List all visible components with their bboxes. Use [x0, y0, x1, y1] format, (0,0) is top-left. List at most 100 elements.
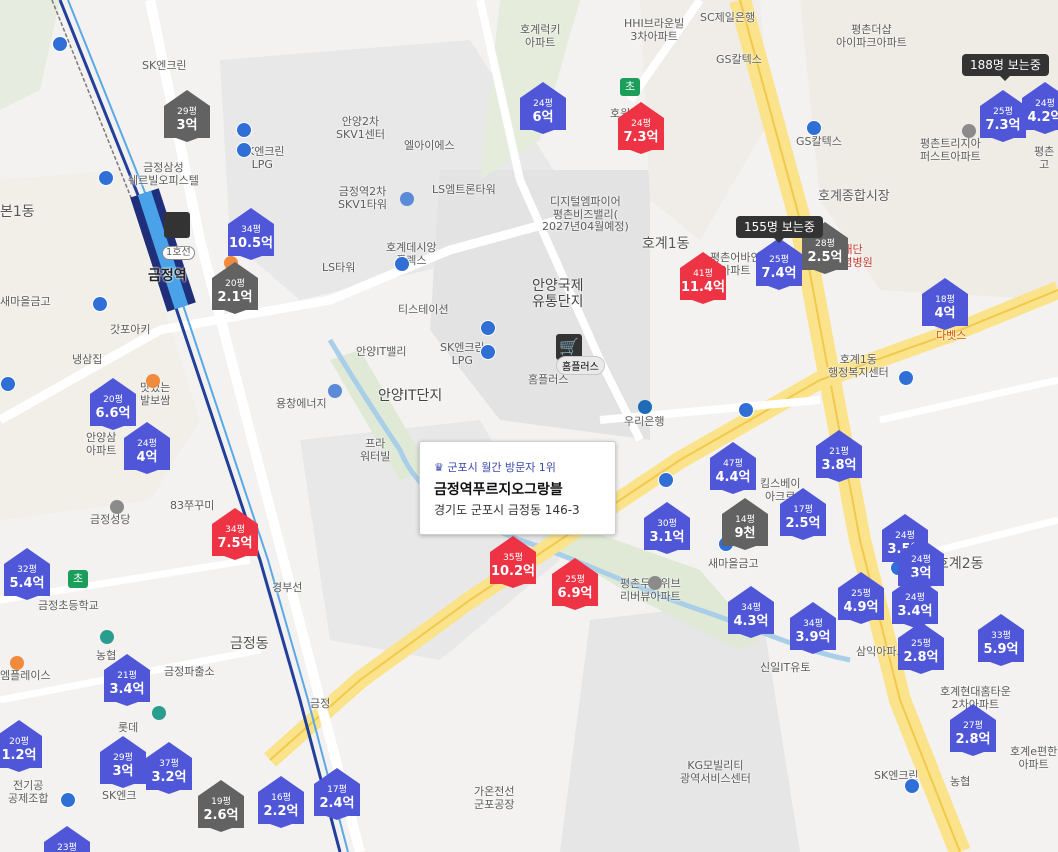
- poi-label[interactable]: 호계럭키 아파트: [520, 23, 560, 49]
- poi-label[interactable]: 금정삼성 쉐르빌오피스텔: [128, 161, 199, 187]
- bus-stop-icon[interactable]: [904, 778, 920, 794]
- poi-label[interactable]: 83쭈꾸미: [170, 499, 214, 513]
- price-marker[interactable]: 19평 2.6억: [198, 780, 244, 832]
- poi-label[interactable]: 농협: [950, 775, 970, 789]
- restaurant-icon[interactable]: [10, 656, 24, 670]
- poi-label[interactable]: 금정성당: [90, 513, 130, 527]
- poi-label[interactable]: 엠플레이스: [0, 669, 51, 683]
- price-marker[interactable]: 30평 3.1억: [644, 502, 690, 554]
- poi-label[interactable]: 안양삼 아파트: [86, 431, 116, 457]
- bank-icon[interactable]: [638, 400, 652, 414]
- price-marker[interactable]: 25평 7.4억: [756, 238, 802, 290]
- poi-label[interactable]: 냉삼집: [72, 353, 102, 367]
- poi-label[interactable]: GS칼텍스: [796, 135, 842, 149]
- price-marker[interactable]: 29평 3억: [100, 736, 146, 788]
- poi-label[interactable]: SK엔크린: [142, 59, 187, 73]
- price-marker[interactable]: 24평 7.3억: [618, 102, 664, 154]
- bus-stop-icon[interactable]: [92, 296, 108, 312]
- church-icon[interactable]: [110, 500, 124, 514]
- poi-label[interactable]: 호계e편한 아파트: [1010, 745, 1057, 771]
- poi-label[interactable]: 신일IT유토: [760, 661, 810, 675]
- poi-label[interactable]: SK엔크린 LPG: [440, 341, 485, 367]
- price-marker[interactable]: 17평 2.5억: [780, 488, 826, 540]
- price-marker[interactable]: 18평 4억: [922, 278, 968, 330]
- poi-label[interactable]: 평촌 고: [1034, 145, 1054, 171]
- price-marker[interactable]: 34평 3.9억: [790, 602, 836, 654]
- school-icon[interactable]: 초: [620, 78, 640, 96]
- poi-label[interactable]: 호계종합시장: [818, 189, 890, 205]
- poi-label[interactable]: 엘아이에스: [404, 139, 455, 153]
- apartment-info-popup[interactable]: ♛ 군포시 월간 방문자 1위 금정역푸르지오그랑블 경기도 군포시 금정동 1…: [419, 441, 616, 535]
- price-marker[interactable]: 27평 2.8억: [950, 704, 996, 756]
- price-marker[interactable]: 34평 4.3억: [728, 586, 774, 638]
- poi-label[interactable]: 안양IT밸리: [356, 345, 406, 359]
- price-marker[interactable]: 21평 3.8억: [816, 430, 862, 482]
- poi-label[interactable]: SK엔크: [102, 789, 136, 803]
- bus-stop-icon[interactable]: [738, 402, 754, 418]
- price-marker[interactable]: 24평 4.2억: [1022, 82, 1058, 134]
- apartment-icon[interactable]: [962, 124, 976, 138]
- price-marker[interactable]: 20평 2.1억: [212, 262, 258, 314]
- subway-station-icon[interactable]: [164, 212, 190, 238]
- bus-stop-icon[interactable]: [236, 142, 252, 158]
- station-label-geumjeong[interactable]: 금정역: [148, 268, 187, 284]
- bus-stop-icon[interactable]: [60, 792, 76, 808]
- price-marker[interactable]: 34평 7.5억: [212, 508, 258, 560]
- price-marker[interactable]: 41평 11.4억: [680, 252, 726, 304]
- poi-label[interactable]: HHI브라운빌 3차아파트: [624, 17, 684, 43]
- poi-label[interactable]: 가온전선 군포공장: [474, 785, 514, 811]
- school-icon[interactable]: 초: [68, 570, 88, 588]
- poi-label[interactable]: 금정파출소: [164, 665, 215, 679]
- poi-label[interactable]: KG모빌리티 광역서비스센터: [680, 759, 751, 785]
- price-marker[interactable]: 32평 5.4억: [4, 548, 50, 600]
- poi-label[interactable]: 디지털엠파이어 평촌비즈밸리( 2027년04월예정): [542, 195, 629, 234]
- price-marker[interactable]: 24평 6억: [520, 82, 566, 134]
- map-canvas[interactable]: 본1동 호계1동 호계2동 금정동 안양국제 유통단지 안양IT단지 금정역 S…: [0, 0, 1058, 852]
- poi-label[interactable]: 용창에너지: [276, 397, 327, 411]
- gas-station-icon[interactable]: [328, 384, 342, 398]
- poi-label[interactable]: 갓포아키: [110, 323, 150, 337]
- restaurant-icon[interactable]: [146, 374, 160, 388]
- bus-stop-icon[interactable]: [806, 120, 822, 136]
- poi-label[interactable]: 평촌트리지아 퍼스트아파트: [920, 137, 981, 163]
- price-marker[interactable]: 35평 10.2억: [490, 536, 536, 588]
- price-marker[interactable]: 25평 6.9억: [552, 558, 598, 610]
- poi-label[interactable]: 다벳스: [936, 329, 966, 343]
- bank-icon[interactable]: [152, 706, 166, 720]
- poi-label[interactable]: GS칼텍스: [716, 53, 762, 67]
- price-marker[interactable]: 17평 2.4억: [314, 768, 360, 820]
- price-marker[interactable]: 14평 9천: [722, 498, 768, 550]
- bus-stop-icon[interactable]: [480, 320, 496, 336]
- poi-label[interactable]: 안양2차 SKV1센터: [336, 115, 385, 141]
- poi-label[interactable]: 금정초등학교: [38, 599, 99, 613]
- bus-stop-icon[interactable]: [898, 370, 914, 386]
- price-marker[interactable]: 23평: [44, 826, 90, 852]
- poi-label[interactable]: 티스테이션: [398, 303, 449, 317]
- price-marker[interactable]: 34평 10.5억: [228, 208, 274, 260]
- bus-stop-icon[interactable]: [394, 256, 410, 272]
- price-marker[interactable]: 20평 1.2억: [0, 720, 42, 772]
- price-marker[interactable]: 24평 3.4억: [892, 576, 938, 628]
- apartment-name[interactable]: 금정역푸르지오그랑블: [434, 479, 563, 499]
- price-marker[interactable]: 29평 3억: [164, 90, 210, 142]
- price-marker[interactable]: 25평 4.9억: [838, 572, 884, 624]
- price-marker[interactable]: 21평 3.4억: [104, 654, 150, 706]
- bank-icon[interactable]: [100, 630, 114, 644]
- price-marker[interactable]: 25평 2.8억: [898, 622, 944, 674]
- bus-stop-icon[interactable]: [236, 122, 252, 138]
- bus-stop-icon[interactable]: [98, 170, 114, 186]
- price-marker[interactable]: 47평 4.4억: [710, 442, 756, 494]
- bus-stop-icon[interactable]: [52, 36, 68, 52]
- poi-label[interactable]: 롯데: [118, 721, 138, 735]
- gas-station-icon[interactable]: [400, 192, 414, 206]
- poi-label[interactable]: 새마을금고: [708, 557, 759, 571]
- poi-label[interactable]: 호계1동 행정복지센터: [828, 353, 889, 379]
- price-marker[interactable]: 33평 5.9억: [978, 614, 1024, 666]
- poi-label[interactable]: 홈플러스: [528, 373, 568, 387]
- poi-label[interactable]: 우리은행: [624, 415, 664, 429]
- poi-label[interactable]: SC제일은행: [700, 11, 755, 25]
- price-marker[interactable]: 37평 3.2억: [146, 742, 192, 794]
- poi-label[interactable]: LS타워: [322, 261, 355, 275]
- poi-label[interactable]: 전기공 공제조합: [8, 779, 48, 805]
- bus-stop-icon[interactable]: [0, 376, 16, 392]
